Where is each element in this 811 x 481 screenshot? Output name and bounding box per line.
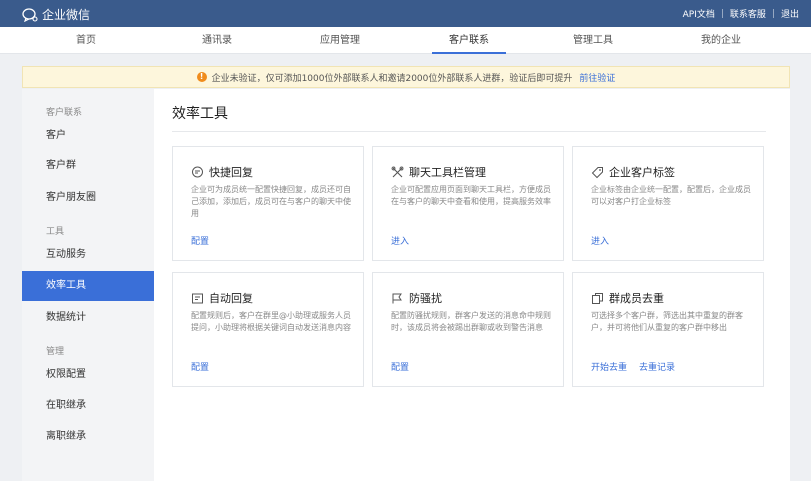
dedupe-records-link[interactable]: 去重记录 — [639, 360, 675, 373]
card-description: 企业标签由企业统一配置，配置后，企业成员可以对客户打企业标签 — [591, 185, 751, 206]
card-auto-reply: 自动回复 配置规则后，客户在群里@小助理或服务人员提问，小助理将根据关键词自动发… — [172, 272, 364, 387]
tools-icon — [391, 166, 404, 177]
card-header: 自动回复 — [191, 290, 253, 306]
divider — [172, 131, 766, 132]
card-header: 企业客户标签 — [591, 164, 675, 180]
card-title: 群成员去重 — [609, 292, 664, 305]
brand[interactable]: 企业微信 — [22, 6, 90, 23]
wecom-logo-icon — [22, 7, 38, 22]
sidebar-item-inherit-active[interactable]: 在职继承 — [22, 391, 154, 421]
card-actions: 配置 — [391, 360, 409, 373]
card-description: 配置规则后，客户在群里@小助理或服务人员提问，小助理将根据关键词自动发送消息内容 — [191, 311, 351, 332]
sidebar-item-customer-groups[interactable]: 客户群 — [22, 151, 154, 181]
enter-link[interactable]: 进入 — [391, 234, 409, 247]
configure-link[interactable]: 配置 — [191, 360, 209, 373]
card-dedupe-members: 群成员去重 可选择多个客户群，筛选出其中重复的群客户，并可将他们从重复的客户群中… — [572, 272, 764, 387]
contact-support-link[interactable]: 联系客服 — [730, 7, 766, 20]
content-area: 效率工具 快捷回复 企业可为成员统一配置快捷回复，成员还可自己添加，添加后，成员… — [154, 89, 790, 481]
card-customer-tags: 企业客户标签 企业标签由企业统一配置，配置后，企业成员可以对客户打企业标签 进入 — [572, 146, 764, 261]
tab-contacts[interactable]: 通讯录 — [162, 27, 272, 54]
sidebar-item-efficiency-tools[interactable]: 效率工具 — [22, 271, 154, 301]
sidebar-group-tools: 工具 — [46, 227, 65, 237]
sidebar-item-interaction-service[interactable]: 互动服务 — [22, 240, 154, 270]
top-bar: 企业微信 API文档 | 联系客服 | 退出 — [0, 0, 811, 27]
notice-text: 企业未验证，仅可添加1000位外部联系人和邀请2000位外部联系人进群，验证后即… — [211, 73, 573, 84]
start-dedupe-link[interactable]: 开始去重 — [591, 360, 627, 373]
card-actions: 开始去重 去重记录 — [591, 360, 675, 373]
auto-reply-icon — [192, 293, 203, 303]
enter-link[interactable]: 进入 — [591, 234, 609, 247]
card-header: 防骚扰 — [391, 290, 442, 306]
card-description: 配置防骚扰规则，群客户发送的消息命中规则时，该成员将会被踢出群聊或收到警告消息 — [391, 311, 551, 332]
card-title: 聊天工具栏管理 — [409, 166, 486, 179]
card-anti-harassment: 防骚扰 配置防骚扰规则，群客户发送的消息命中规则时，该成员将会被踢出群聊或收到警… — [372, 272, 564, 387]
chat-bubble-icon — [192, 166, 203, 177]
card-title: 防骚扰 — [409, 292, 442, 305]
tag-icon — [591, 166, 603, 178]
card-actions: 进入 — [391, 234, 409, 247]
flag-icon — [392, 293, 402, 303]
tab-my-enterprise[interactable]: 我的企业 — [666, 27, 776, 54]
card-title: 快捷回复 — [209, 166, 253, 179]
card-description: 可选择多个客户群，筛选出其中重复的群客户，并可将他们从重复的客户群中移出 — [591, 311, 743, 332]
sidebar-item-customers[interactable]: 客户 — [22, 121, 154, 151]
card-actions: 进入 — [591, 234, 609, 247]
api-docs-link[interactable]: API文档 — [683, 7, 715, 20]
card-chat-toolbar: 聊天工具栏管理 企业可配置应用页面到聊天工具栏，方便成员在与客户的聊天中查看和使… — [372, 146, 564, 261]
card-title: 企业客户标签 — [609, 166, 675, 179]
logout-link[interactable]: 退出 — [781, 7, 799, 20]
card-header: 群成员去重 — [591, 290, 664, 306]
tab-home[interactable]: 首页 — [31, 27, 141, 54]
card-description: 企业可为成员统一配置快捷回复，成员还可自己添加，添加后，成员可在与客户的聊天中使… — [191, 185, 351, 218]
configure-link[interactable]: 配置 — [391, 360, 409, 373]
verification-notice: ! 企业未验证，仅可添加1000位外部联系人和邀请2000位外部联系人进群，验证… — [22, 66, 790, 88]
card-header: 快捷回复 — [191, 164, 253, 180]
configure-link[interactable]: 配置 — [191, 234, 209, 247]
divider: | — [771, 8, 775, 19]
sidebar-item-moments[interactable]: 客户朋友圈 — [22, 183, 154, 213]
card-description: 企业可配置应用页面到聊天工具栏，方便成员在与客户的聊天中查看和使用，提高服务效率 — [391, 185, 551, 206]
divider: | — [720, 8, 724, 19]
top-links: API文档 | 联系客服 | 退出 — [683, 7, 799, 21]
tab-customer-contact[interactable]: 客户联系 — [414, 27, 524, 54]
sidebar-group-customer-contact: 客户联系 — [46, 108, 83, 118]
sidebar-item-data-statistics[interactable]: 数据统计 — [22, 303, 154, 333]
sidebar: 客户联系 客户 客户群 客户朋友圈 工具 互动服务 效率工具 数据统计 管理 权… — [22, 89, 154, 481]
verify-link[interactable]: 前往验证 — [579, 71, 615, 84]
sidebar-group-management: 管理 — [46, 347, 65, 357]
sidebar-item-permissions[interactable]: 权限配置 — [22, 360, 154, 390]
card-quick-reply: 快捷回复 企业可为成员统一配置快捷回复，成员还可自己添加，添加后，成员可在与客户… — [172, 146, 364, 261]
card-title: 自动回复 — [209, 292, 253, 305]
tab-management-tools[interactable]: 管理工具 — [538, 27, 648, 54]
sidebar-item-inherit-resigned[interactable]: 离职继承 — [22, 422, 154, 452]
tab-app-management[interactable]: 应用管理 — [285, 27, 395, 54]
card-actions: 配置 — [191, 360, 209, 373]
main-panel: 客户联系 客户 客户群 客户朋友圈 工具 互动服务 效率工具 数据统计 管理 权… — [22, 89, 790, 481]
copy-icon — [592, 292, 603, 304]
warning-icon: ! — [196, 72, 207, 82]
card-actions: 配置 — [191, 234, 209, 247]
brand-name: 企业微信 — [42, 8, 91, 22]
card-header: 聊天工具栏管理 — [391, 164, 486, 180]
page-title: 效率工具 — [172, 106, 228, 122]
main-nav: 首页 通讯录 应用管理 客户联系 管理工具 我的企业 — [0, 27, 811, 54]
